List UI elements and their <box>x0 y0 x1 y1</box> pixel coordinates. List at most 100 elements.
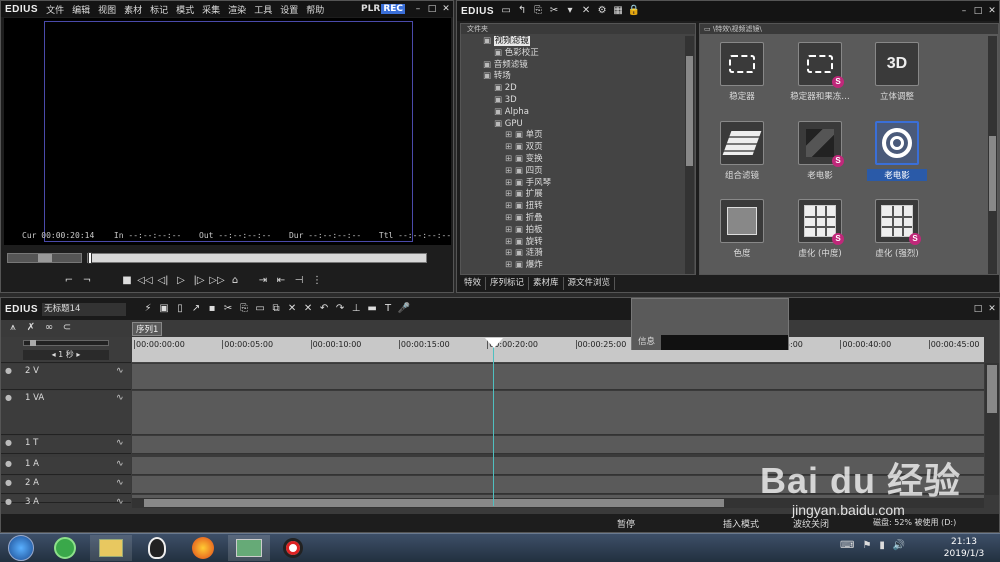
new-file-icon[interactable]: ▯ <box>172 302 188 316</box>
link-icon[interactable]: ▬ <box>364 302 380 316</box>
track-area[interactable] <box>132 436 984 454</box>
track-lock-icon[interactable]: ● <box>5 366 12 375</box>
tree-item[interactable]: ⊞ ▣ 扭转 <box>461 201 685 213</box>
track-header[interactable]: ● 1 VA ∿ <box>1 391 131 435</box>
save-icon[interactable]: ▪ <box>204 302 220 316</box>
flag-icon[interactable]: ⚑ <box>862 540 871 551</box>
file-explorer-icon[interactable] <box>90 535 132 561</box>
snapshot-icon[interactable]: ▣ <box>156 302 172 316</box>
track-lock-icon[interactable]: ● <box>5 438 12 447</box>
tree-item[interactable]: ⊞ ▣ 爆炸 <box>461 260 685 272</box>
replace-icon[interactable]: ⧉ <box>268 302 284 316</box>
effect-tile[interactable]: S 虚化 (强烈) <box>867 199 927 259</box>
tree-item[interactable]: ⊞ ▣ 涟漪 <box>461 248 685 260</box>
tree-item[interactable]: ⊞ ▣ 折叠 <box>461 213 685 225</box>
effect-tile[interactable]: 稳定器 <box>712 42 772 102</box>
rewind-icon[interactable]: ◁◁ <box>137 274 153 288</box>
maximize-icon[interactable]: □ <box>971 303 985 315</box>
view-mode-icon[interactable]: ▦ <box>610 4 626 18</box>
track-toggle-icon[interactable]: ∿ <box>116 478 124 488</box>
firefox-icon[interactable] <box>182 535 224 561</box>
timescale-select[interactable]: ◂ 1 秒 ▸ <box>23 350 109 360</box>
track-area[interactable] <box>132 476 984 494</box>
tree-item[interactable]: ⊞ ▣ 变换 <box>461 154 685 166</box>
tree-item[interactable]: ⊞ ▣ 四页 <box>461 166 685 178</box>
tree-item[interactable]: ⊞ ▣ 手风琴 <box>461 178 685 190</box>
set-out-icon[interactable]: ¬ <box>79 274 95 288</box>
track-toggle-icon[interactable]: ∿ <box>116 438 124 448</box>
plr-label[interactable]: PLR <box>360 4 381 14</box>
track-lock-icon[interactable]: ● <box>5 497 12 506</box>
track-toggle-icon[interactable]: ∿ <box>116 497 124 507</box>
tree-item[interactable]: ▣ 视频滤镜 <box>461 36 685 48</box>
minimize-icon[interactable]: – <box>957 5 971 17</box>
mic-icon[interactable]: 🎤 <box>396 302 412 316</box>
cut-icon[interactable]: ✂ <box>220 302 236 316</box>
menu-render[interactable]: 渲染 <box>224 3 250 16</box>
network-icon[interactable]: ▮ <box>879 540 885 551</box>
menu-mode[interactable]: 模式 <box>172 3 198 16</box>
menu-marker[interactable]: 标记 <box>146 3 172 16</box>
effect-tile[interactable]: 色度 <box>712 199 772 259</box>
match-frame-icon[interactable]: ⊣ <box>291 274 307 288</box>
edius-task-icon[interactable] <box>228 535 270 561</box>
track-header[interactable]: ● 3 A ∿ <box>1 495 131 507</box>
track-toggle-icon[interactable]: ∿ <box>116 459 124 469</box>
tab-source-browser[interactable]: 源文件浏览 <box>564 277 616 290</box>
tree-item[interactable]: ▣ 3D <box>461 95 685 107</box>
timeline-vscroll[interactable] <box>985 363 999 495</box>
mixer-icon[interactable]: ⩚ <box>5 321 21 335</box>
shuttle-handle[interactable] <box>38 254 52 262</box>
redo-icon[interactable]: ↷ <box>332 302 348 316</box>
zoom-slider[interactable] <box>23 340 109 346</box>
tab-effects[interactable]: 特效 <box>460 277 487 290</box>
overwrite-to-timeline-icon[interactable]: ⇤ <box>273 274 289 288</box>
menu-help[interactable]: 帮助 <box>302 3 328 16</box>
qq-icon[interactable] <box>136 535 178 561</box>
set-in-icon[interactable]: ⌐ <box>61 274 77 288</box>
sync-lock-icon[interactable]: ⊂ <box>59 321 75 335</box>
tree-item[interactable]: ▣ 转场 <box>461 71 685 83</box>
stop-icon[interactable]: ■ <box>119 274 135 288</box>
app-360-icon[interactable] <box>44 535 86 561</box>
tree-item[interactable]: ⊞ ▣ 旋转 <box>461 237 685 249</box>
maximize-icon[interactable]: □ <box>425 3 439 15</box>
ripple-delete-icon[interactable]: ✕ <box>300 302 316 316</box>
delete-icon[interactable]: ✕ <box>284 302 300 316</box>
preview-screen[interactable]: Cur 00:00:20:14 In --:--:--:-- Out --:--… <box>4 18 451 245</box>
effect-tile[interactable]: 组合滤镜 <box>712 121 772 181</box>
tab-bin[interactable]: 素材库 <box>529 277 564 290</box>
paste-icon[interactable]: ▾ <box>562 4 578 18</box>
fast-forward-icon[interactable]: ▷▷ <box>209 274 225 288</box>
rec-label[interactable]: REC <box>381 4 405 14</box>
tree-item[interactable]: ▣ 色彩校正 <box>461 48 685 60</box>
tree-item[interactable]: ⊞ ▣ 双页 <box>461 142 685 154</box>
effect-tile[interactable]: S 虚化 (中度) <box>790 199 850 259</box>
menu-capture[interactable]: 采集 <box>198 3 224 16</box>
track-header[interactable]: ● 2 V ∿ <box>1 364 131 390</box>
clock[interactable]: 21:13 2019/1/3 <box>940 536 988 560</box>
close-icon[interactable]: ✕ <box>985 5 999 17</box>
grid-scroll-thumb[interactable] <box>989 136 996 211</box>
effect-tile[interactable]: 老电影 <box>867 121 927 181</box>
lock-icon[interactable]: 🔒 <box>626 4 642 18</box>
start-button[interactable] <box>0 535 42 561</box>
close-icon[interactable]: ✕ <box>985 303 999 315</box>
tree-item[interactable]: ▣ 音频滤镜 <box>461 60 685 72</box>
record-icon[interactable] <box>272 535 314 561</box>
menu-view[interactable]: 视图 <box>94 3 120 16</box>
track-lock-icon[interactable]: ● <box>5 478 12 487</box>
track-lock-icon[interactable]: ● <box>5 459 12 468</box>
effect-tile[interactable]: 3D 立体调整 <box>867 42 927 102</box>
grid-scrollbar[interactable] <box>988 36 997 274</box>
effect-tile[interactable]: S 稳定器和果冻… <box>790 42 850 102</box>
track-area[interactable] <box>132 457 984 475</box>
track-toggle-icon[interactable]: ∿ <box>116 393 124 403</box>
add-clip-icon[interactable]: ⎘ <box>530 4 546 18</box>
step-back-icon[interactable]: ◁| <box>155 274 171 288</box>
tree-item[interactable]: ⊞ ▣ 单页 <box>461 130 685 142</box>
menu-tools[interactable]: 工具 <box>250 3 276 16</box>
sequence-tab[interactable]: 序列1 <box>132 322 162 336</box>
track-lock-icon[interactable]: ● <box>5 393 12 402</box>
tree-item[interactable]: ⊞ ▣ 拍板 <box>461 225 685 237</box>
